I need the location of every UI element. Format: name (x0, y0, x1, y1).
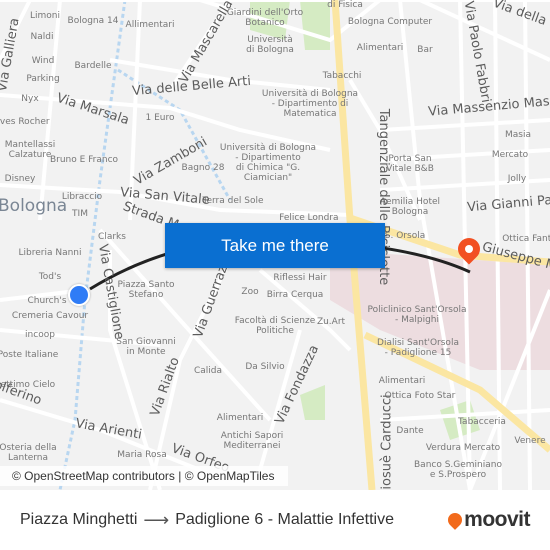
poi-label: Tabacceria (458, 417, 506, 427)
poi-label: di Fisica (327, 0, 363, 10)
poi-label: Terra del Sole (202, 196, 264, 206)
poi-label: Poste Italiane (0, 350, 59, 360)
poi-label: Venere (514, 436, 546, 446)
arrow-right-icon: ⟶ (143, 509, 170, 530)
poi-label: Disney (4, 174, 36, 184)
poi-label: Piazza Santo Stefano (117, 280, 175, 300)
poi-label: Università di Bologna - Dipartimento di … (261, 89, 359, 119)
poi-label: Allimentari (125, 20, 175, 30)
map-attribution[interactable]: © OpenStreetMap contributors | © OpenMap… (0, 466, 288, 486)
poi-label: Verdura Mercato (425, 443, 501, 453)
poi-label: Clarks (98, 232, 126, 242)
poi-label: Tod's (38, 272, 62, 282)
poi-label: Alimentari (356, 43, 404, 53)
poi-label: Wind (31, 56, 55, 66)
poi-label: Naldi (30, 32, 54, 42)
poi-label: Policlinico Sant'Orsola - Malpighi (367, 305, 467, 325)
poi-label: Calida (193, 366, 223, 376)
poi-label: Giardini dell'Orto Botanico (226, 8, 304, 28)
origin-dot-icon[interactable] (68, 284, 90, 306)
poi-label: Nyx (21, 94, 39, 104)
poi-label: Università di Bologna - Dipartimento di … (219, 143, 317, 183)
poi-label: Università di Bologna (246, 35, 294, 55)
poi-label: Bardelle (74, 61, 112, 71)
poi-label: Parking (26, 74, 60, 84)
poi-label: Birra Cerqua (266, 290, 324, 300)
poi-label: Bruno E Franco (49, 155, 119, 165)
poi-label: Ottica Foto Star (384, 391, 456, 401)
poi-label: Londra (307, 213, 339, 223)
poi-label: Tabacchi (322, 71, 362, 81)
poi-label: Osteria della Lanterna (0, 443, 57, 463)
street-label: Giosuè Carducci (379, 394, 395, 490)
poi-label: Dialisi Sant'Orsola - Padiglione 15 (377, 338, 459, 358)
poi-label: Bagno 28 (181, 163, 225, 173)
poi-label: TIM (72, 209, 88, 219)
poi-label: Masia (505, 130, 531, 140)
poi-label: Ottica Fanti (502, 234, 550, 244)
map[interactable]: Limoni Bologna 14 Allimentari Naldi Wind Bard… (0, 0, 550, 490)
origin-name: Piazza Minghetti (20, 511, 138, 528)
poi-label: Dante (396, 426, 424, 436)
poi-label: Porta San Vitale B&B (386, 154, 434, 174)
park-area (300, 385, 325, 420)
poi-label: Da Silvio (245, 362, 285, 372)
poi-label: Riflessi Hair (273, 273, 327, 283)
poi-label: San Giovanni in Monte (116, 337, 176, 357)
poi-label: Facoltà di Scienze Politiche (234, 316, 316, 336)
destination-name: Padiglione 6 - Malattie Infettive (175, 511, 394, 528)
poi-label: incoop (25, 330, 55, 340)
poi-label: Cremeria Cavour (11, 311, 89, 321)
poi-label: Jolly (507, 174, 527, 184)
moovit-logo: moovit (445, 508, 530, 532)
poi-label: Yves Rocher (0, 117, 50, 127)
poi-label: Maria Rosa (117, 450, 167, 460)
poi-label: Libraccio (61, 192, 103, 202)
city-label: Bologna (0, 196, 68, 216)
route-summary-bar: Piazza Minghetti ⟶ Padiglione 6 - Malatt… (0, 490, 550, 550)
poi-label: Banco S.Geminiano e S.Prospero (414, 460, 502, 480)
take-me-there-button[interactable]: Take me there (165, 223, 385, 268)
poi-label: Mercato (491, 150, 529, 160)
poi-label: Limoni (30, 11, 60, 21)
poi-label: Church's (27, 296, 67, 306)
park-area (300, 0, 330, 50)
poi-label: Libreria Nanni (18, 248, 82, 258)
poi-label: Zu.Art (316, 317, 346, 327)
poi-label: Bar (417, 45, 433, 55)
poi-label: Felice (279, 213, 305, 223)
poi-label: Bologna Computer (347, 17, 433, 27)
poi-label: Mantellassi Calzature (4, 140, 56, 160)
poi-label: Zoo (241, 287, 259, 297)
poi-label: Bologna 14 (67, 16, 119, 26)
poi-label: Antichi Sapori Mediterranei (220, 431, 284, 451)
poi-label: 1 Euro (145, 113, 175, 123)
moovit-pin-icon (445, 510, 466, 530)
poi-label: Alimentari (216, 413, 264, 423)
poi-label: Alimentari (378, 376, 426, 386)
brand-name: moovit (464, 508, 530, 531)
